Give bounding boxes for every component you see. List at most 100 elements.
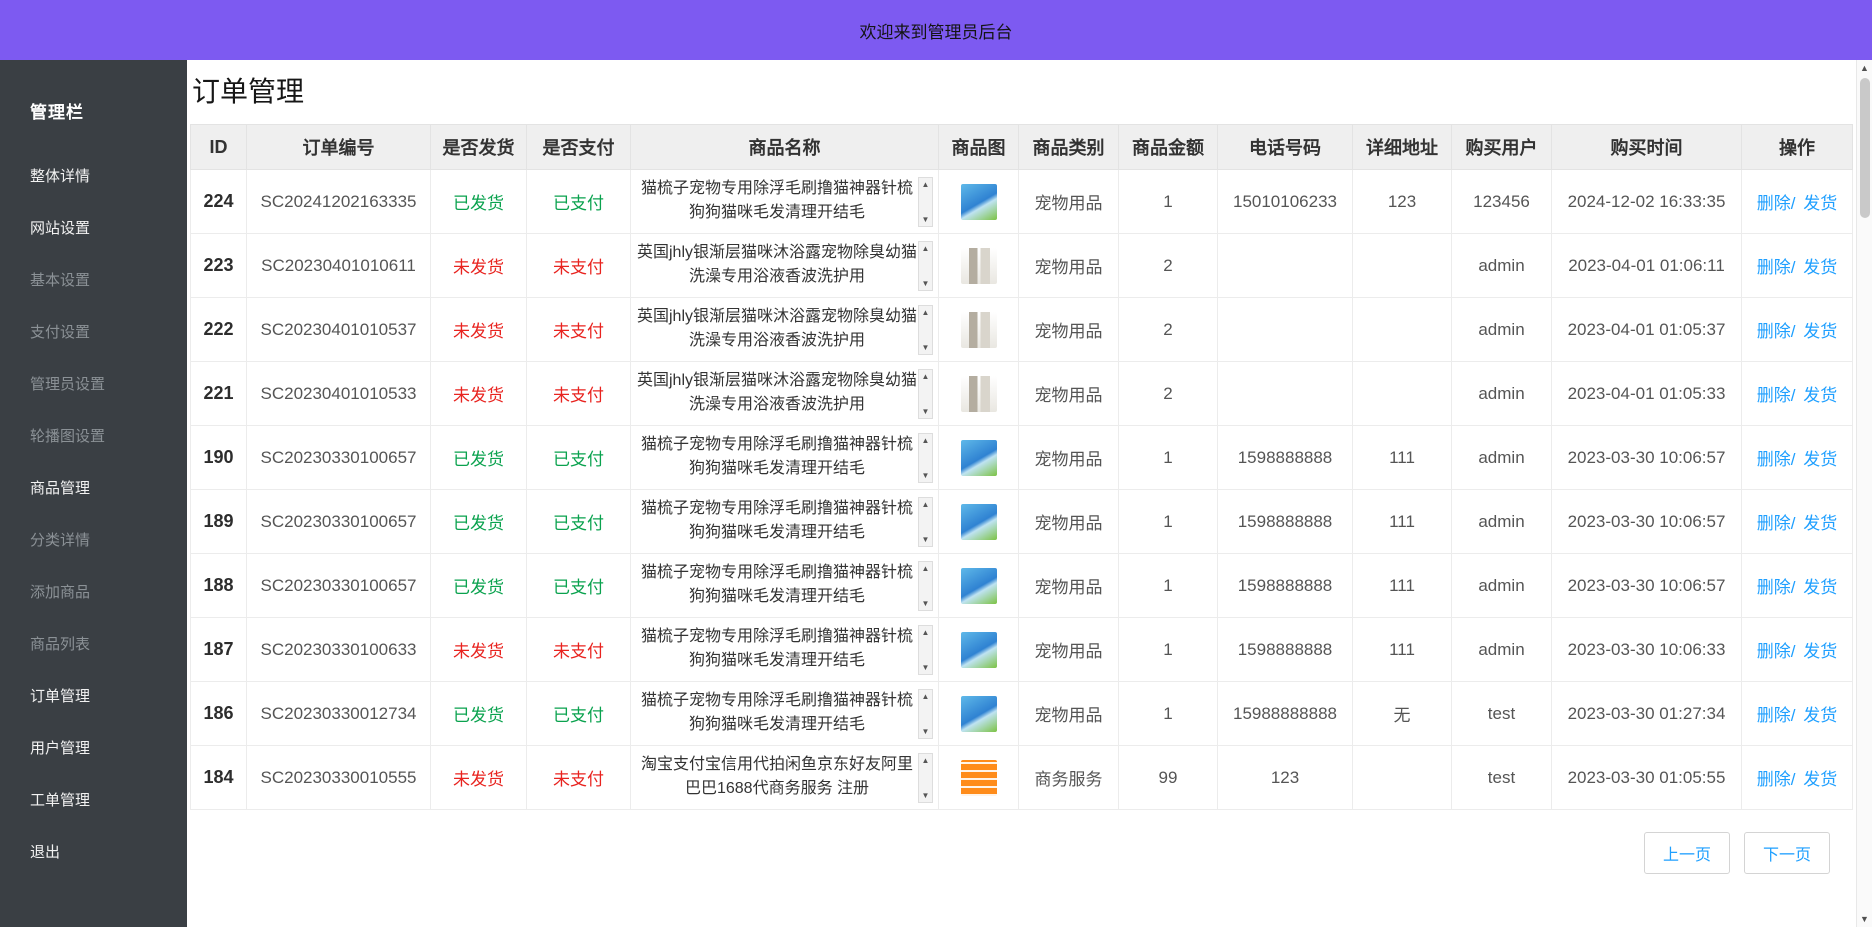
scroll-down-icon[interactable]: ▼: [922, 279, 930, 288]
page-scrollbar[interactable]: ▲ ▼: [1856, 60, 1872, 927]
product-name-textarea[interactable]: 猫梳子宠物专用除浮毛刷撸猫神器针梳狗狗猫咪毛发清理开结毛▲▼: [636, 561, 933, 611]
ship-link[interactable]: 发货: [1803, 514, 1837, 533]
product-amount: 2: [1119, 234, 1218, 298]
ship-link[interactable]: 发货: [1803, 258, 1837, 277]
ship-link[interactable]: 发货: [1803, 322, 1837, 341]
sidebar-item[interactable]: 整体详情: [0, 151, 187, 203]
product-name-textarea[interactable]: 猫梳子宠物专用除浮毛刷撸猫神器针梳狗狗猫咪毛发清理开结毛▲▼: [636, 177, 933, 227]
scrollbar-thumb[interactable]: [1860, 78, 1870, 218]
product-name-textarea[interactable]: 猫梳子宠物专用除浮毛刷撸猫神器针梳狗狗猫咪毛发清理开结毛▲▼: [636, 433, 933, 483]
textarea-scrollbar[interactable]: ▲▼: [918, 305, 933, 355]
textarea-scrollbar[interactable]: ▲▼: [918, 369, 933, 419]
delete-link[interactable]: 删除: [1757, 514, 1791, 533]
product-image-cell: [939, 234, 1019, 298]
column-header: 操作: [1742, 125, 1853, 170]
scroll-up-icon[interactable]: ▲: [922, 628, 930, 637]
delete-link[interactable]: 删除: [1757, 642, 1791, 661]
detail-address: 111: [1353, 618, 1452, 682]
sidebar-item[interactable]: 商品管理: [0, 463, 187, 515]
product-image: [961, 376, 997, 412]
sidebar-item[interactable]: 支付设置: [0, 307, 187, 359]
ship-link[interactable]: 发货: [1803, 578, 1837, 597]
scroll-down-icon[interactable]: ▼: [922, 599, 930, 608]
scroll-down-icon[interactable]: ▼: [922, 215, 930, 224]
ship-link[interactable]: 发货: [1803, 194, 1837, 213]
product-image: [961, 696, 997, 732]
textarea-scrollbar[interactable]: ▲▼: [918, 433, 933, 483]
scroll-up-icon[interactable]: ▲: [922, 564, 930, 573]
orders-table-body: 224SC20241202163335已发货已支付猫梳子宠物专用除浮毛刷撸猫神器…: [191, 170, 1853, 810]
scrollbar-down-icon[interactable]: ▼: [1857, 911, 1872, 927]
product-category: 宠物用品: [1019, 490, 1119, 554]
product-name-cell: 猫梳子宠物专用除浮毛刷撸猫神器针梳狗狗猫咪毛发清理开结毛▲▼: [631, 618, 939, 682]
scroll-down-icon[interactable]: ▼: [922, 407, 930, 416]
scroll-up-icon[interactable]: ▲: [922, 500, 930, 509]
product-name-textarea[interactable]: 猫梳子宠物专用除浮毛刷撸猫神器针梳狗狗猫咪毛发清理开结毛▲▼: [636, 625, 933, 675]
sidebar-item[interactable]: 添加商品: [0, 567, 187, 619]
sidebar-item[interactable]: 退出: [0, 827, 187, 879]
product-name-textarea[interactable]: 英国jhly银渐层猫咪沐浴露宠物除臭幼猫洗澡专用浴液香波洗护用▲▼: [636, 369, 933, 419]
scroll-up-icon[interactable]: ▲: [922, 692, 930, 701]
sidebar-item[interactable]: 用户管理: [0, 723, 187, 775]
delete-link[interactable]: 删除: [1757, 770, 1791, 789]
sidebar-item[interactable]: 分类详情: [0, 515, 187, 567]
product-name-textarea[interactable]: 猫梳子宠物专用除浮毛刷撸猫神器针梳狗狗猫咪毛发清理开结毛▲▼: [636, 689, 933, 739]
scroll-up-icon[interactable]: ▲: [922, 244, 930, 253]
product-image: [961, 504, 997, 540]
textarea-scrollbar[interactable]: ▲▼: [918, 561, 933, 611]
delete-link[interactable]: 删除: [1757, 578, 1791, 597]
order-id: 186: [191, 682, 247, 746]
sidebar-item[interactable]: 工单管理: [0, 775, 187, 827]
scroll-up-icon[interactable]: ▲: [922, 180, 930, 189]
sidebar-item[interactable]: 基本设置: [0, 255, 187, 307]
actions-cell: 删除/ 发货: [1742, 490, 1853, 554]
scroll-down-icon[interactable]: ▼: [922, 471, 930, 480]
sidebar-item[interactable]: 轮播图设置: [0, 411, 187, 463]
delete-link[interactable]: 删除: [1757, 194, 1791, 213]
ship-status: 未发货: [431, 746, 527, 810]
product-name-cell: 猫梳子宠物专用除浮毛刷撸猫神器针梳狗狗猫咪毛发清理开结毛▲▼: [631, 682, 939, 746]
product-image-cell: [939, 298, 1019, 362]
product-name-textarea[interactable]: 英国jhly银渐层猫咪沐浴露宠物除臭幼猫洗澡专用浴液香波洗护用▲▼: [636, 305, 933, 355]
prev-page-button[interactable]: 上一页: [1644, 832, 1730, 874]
scroll-up-icon[interactable]: ▲: [922, 436, 930, 445]
textarea-scrollbar[interactable]: ▲▼: [918, 689, 933, 739]
scroll-down-icon[interactable]: ▼: [922, 727, 930, 736]
sidebar-item[interactable]: 商品列表: [0, 619, 187, 671]
scroll-down-icon[interactable]: ▼: [922, 791, 930, 800]
sidebar-item[interactable]: 管理员设置: [0, 359, 187, 411]
ship-link[interactable]: 发货: [1803, 770, 1837, 789]
scroll-down-icon[interactable]: ▼: [922, 663, 930, 672]
delete-link[interactable]: 删除: [1757, 706, 1791, 725]
textarea-scrollbar[interactable]: ▲▼: [918, 241, 933, 291]
product-image: [961, 760, 997, 796]
next-page-button[interactable]: 下一页: [1744, 832, 1830, 874]
scroll-down-icon[interactable]: ▼: [922, 535, 930, 544]
sidebar-item[interactable]: 订单管理: [0, 671, 187, 723]
scroll-down-icon[interactable]: ▼: [922, 343, 930, 352]
textarea-scrollbar[interactable]: ▲▼: [918, 625, 933, 675]
ship-link[interactable]: 发货: [1803, 706, 1837, 725]
textarea-scrollbar[interactable]: ▲▼: [918, 753, 933, 803]
ship-link[interactable]: 发货: [1803, 642, 1837, 661]
textarea-scrollbar[interactable]: ▲▼: [918, 177, 933, 227]
ship-link[interactable]: 发货: [1803, 386, 1837, 405]
product-name-textarea[interactable]: 英国jhly银渐层猫咪沐浴露宠物除臭幼猫洗澡专用浴液香波洗护用▲▼: [636, 241, 933, 291]
delete-link[interactable]: 删除: [1757, 450, 1791, 469]
product-category: 宠物用品: [1019, 554, 1119, 618]
delete-link[interactable]: 删除: [1757, 258, 1791, 277]
ship-link[interactable]: 发货: [1803, 450, 1837, 469]
product-name-textarea[interactable]: 猫梳子宠物专用除浮毛刷撸猫神器针梳狗狗猫咪毛发清理开结毛▲▼: [636, 497, 933, 547]
textarea-scrollbar[interactable]: ▲▼: [918, 497, 933, 547]
detail-address: 111: [1353, 426, 1452, 490]
scroll-up-icon[interactable]: ▲: [922, 372, 930, 381]
action-separator: /: [1791, 322, 1796, 341]
scroll-up-icon[interactable]: ▲: [922, 308, 930, 317]
header-row: ID订单编号是否发货是否支付商品名称商品图商品类别商品金额电话号码详细地址购买用…: [191, 125, 1853, 170]
scroll-up-icon[interactable]: ▲: [922, 756, 930, 765]
scrollbar-up-icon[interactable]: ▲: [1857, 60, 1872, 76]
product-name-textarea[interactable]: 淘宝支付宝信用代拍闲鱼京东好友阿里巴巴1688代商务服务 注册▲▼: [636, 753, 933, 803]
sidebar-item[interactable]: 网站设置: [0, 203, 187, 255]
delete-link[interactable]: 删除: [1757, 386, 1791, 405]
delete-link[interactable]: 删除: [1757, 322, 1791, 341]
